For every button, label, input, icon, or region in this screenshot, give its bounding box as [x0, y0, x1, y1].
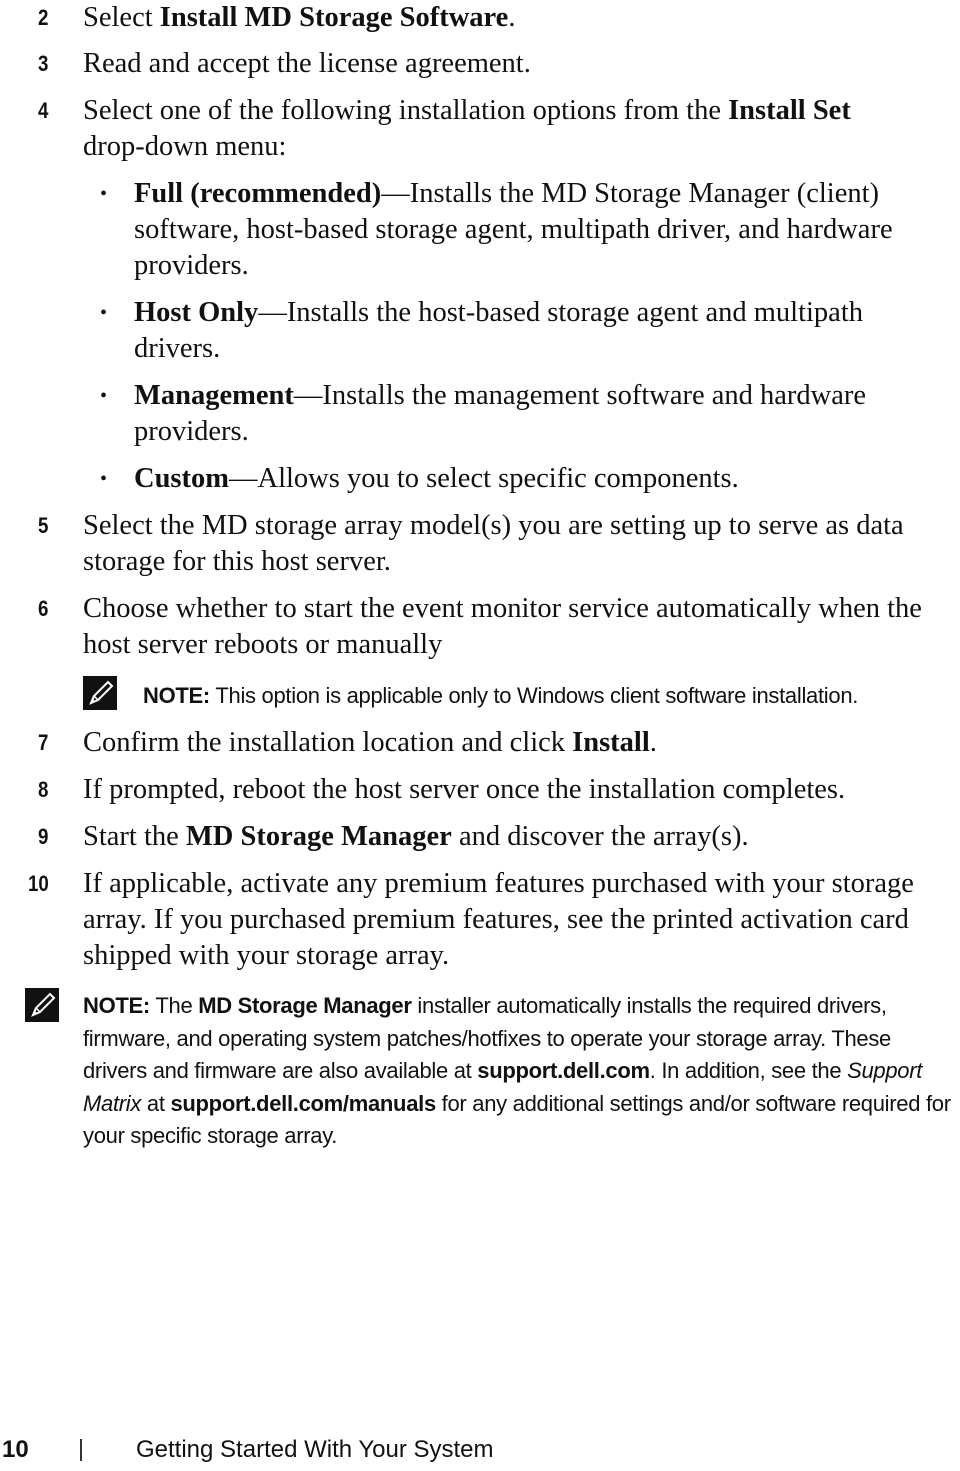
step-number: 8 — [38, 777, 49, 802]
ui-label: Install Set — [728, 95, 851, 126]
bullet-icon: • — [100, 302, 108, 324]
note-windows-only: NOTE: This option is applicable only to … — [143, 683, 859, 708]
step-number: 2 — [38, 5, 49, 30]
step-number: 4 — [38, 98, 49, 123]
bullet-icon: • — [100, 183, 108, 205]
bullet-icon: • — [100, 468, 108, 490]
manuals-link[interactable]: support.dell.com/manuals — [170, 1091, 436, 1116]
bullet-icon: • — [100, 385, 108, 407]
note-pencil-icon — [25, 988, 59, 1022]
step-number: 7 — [38, 730, 49, 755]
page-number: 10 — [2, 1436, 29, 1463]
support-link[interactable]: support.dell.com — [477, 1058, 650, 1083]
note-label: NOTE: — [143, 683, 210, 708]
note-pencil-icon — [83, 676, 117, 710]
step-number: 3 — [38, 51, 49, 76]
note-md-storage-manager: NOTE: The MD Storage Manager installer a… — [83, 993, 951, 1148]
ui-label: MD Storage Manager — [185, 821, 452, 852]
section-title: Getting Started With Your System — [136, 1436, 494, 1463]
ui-label: Install — [572, 727, 650, 758]
step-number: 5 — [38, 513, 49, 538]
ui-label: Install MD Storage Software — [159, 2, 509, 33]
step-number: 9 — [38, 824, 49, 849]
note-label: NOTE: — [83, 993, 150, 1018]
footer-divider — [80, 1439, 82, 1461]
step-number: 10 — [28, 871, 49, 896]
step-number: 6 — [38, 596, 49, 621]
